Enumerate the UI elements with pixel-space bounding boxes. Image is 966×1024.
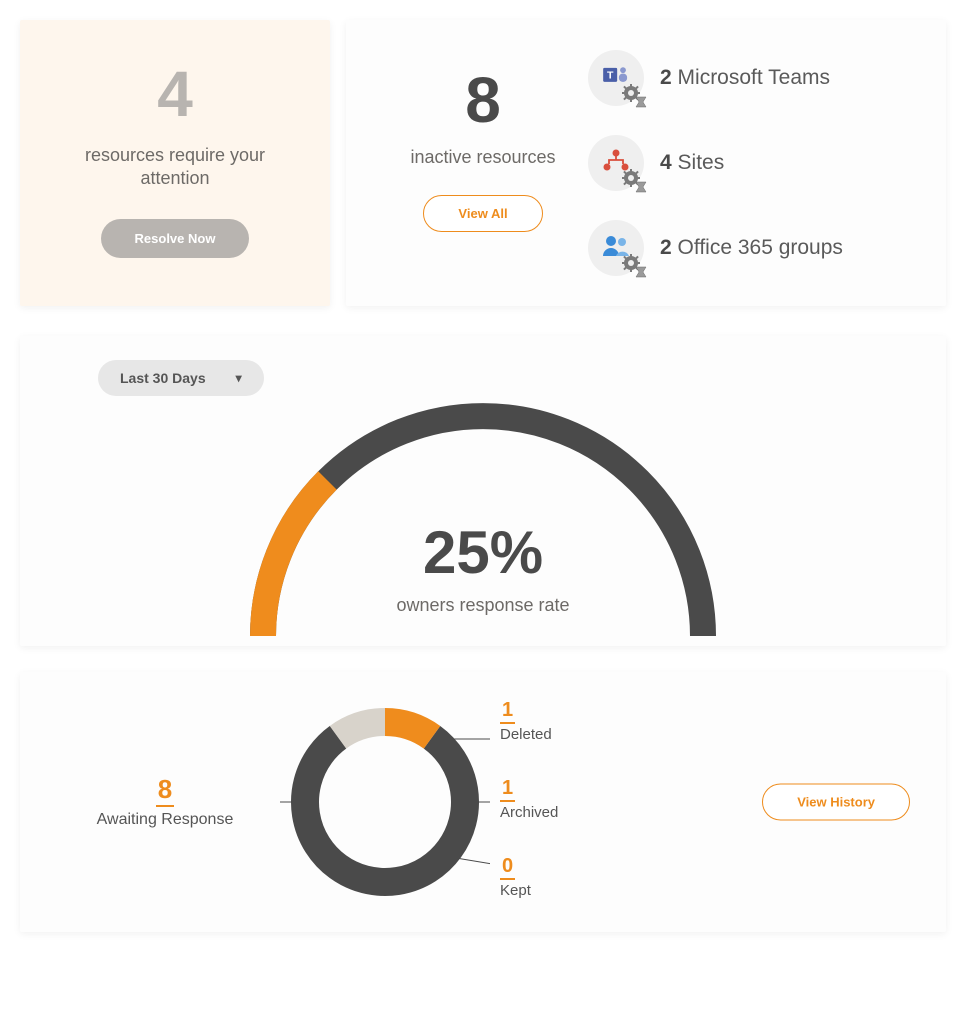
view-history-button[interactable]: View History	[762, 783, 910, 820]
resource-label: 2 Microsoft Teams	[660, 66, 830, 90]
awaiting-response-label: 8 Awaiting Response	[80, 774, 250, 829]
awaiting-text: Awaiting Response	[80, 811, 250, 829]
groups-icon	[588, 220, 644, 276]
resource-label: 2 Office 365 groups	[660, 236, 843, 260]
deleted-label: 1 Deleted	[500, 699, 552, 743]
deleted-count: 1	[500, 699, 515, 724]
resource-row-teams[interactable]: T 2 Microsoft Teams	[588, 50, 914, 106]
archived-label: 1 Archived	[500, 777, 558, 821]
donut-chart	[280, 697, 490, 907]
attention-description: resources require your attention	[56, 144, 294, 191]
gauge-card: Last 30 Days ▾ 25% owners response rate	[20, 336, 946, 646]
gauge-percent: 25%	[396, 523, 569, 583]
attention-count: 4	[56, 62, 294, 126]
resource-label: 4 Sites	[660, 151, 724, 175]
timeframe-label: Last 30 Days	[120, 370, 206, 386]
view-all-button[interactable]: View All	[423, 195, 542, 232]
attention-card: 4 resources require your attention Resol…	[20, 20, 330, 306]
archived-count: 1	[500, 777, 515, 802]
inactive-description: inactive resources	[378, 146, 588, 169]
donut-card: 8 Awaiting Response 1 Deleted	[20, 672, 946, 932]
gauge-label: owners response rate	[396, 595, 569, 616]
inactive-card: 8 inactive resources View All T	[346, 20, 946, 306]
svg-text:T: T	[607, 69, 614, 81]
sites-icon	[588, 135, 644, 191]
teams-icon: T	[588, 50, 644, 106]
awaiting-count: 8	[156, 774, 174, 807]
resolve-now-button[interactable]: Resolve Now	[101, 219, 250, 258]
inactive-count: 8	[378, 68, 588, 132]
resource-row-sites[interactable]: 4 Sites	[588, 135, 914, 191]
kept-label: 0 Kept	[500, 855, 531, 899]
kept-count: 0	[500, 855, 515, 880]
resource-row-groups[interactable]: 2 Office 365 groups	[588, 220, 914, 276]
